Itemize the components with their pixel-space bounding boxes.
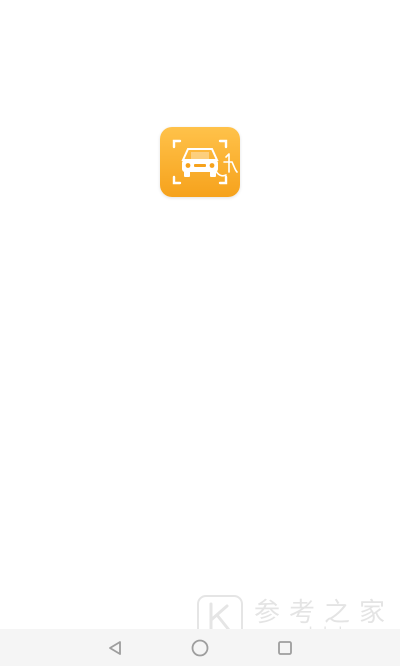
app-icon (160, 127, 240, 197)
navigation-bar (0, 629, 400, 666)
home-button[interactable] (180, 629, 220, 666)
recents-button[interactable] (265, 629, 305, 666)
back-triangle-icon (109, 640, 121, 655)
car-scan-icon (172, 139, 238, 185)
recents-square-icon (278, 640, 292, 655)
splash-screen: 参考之家 www.ckdzb.com (0, 0, 400, 666)
home-circle-icon (191, 639, 209, 656)
back-button[interactable] (95, 629, 135, 666)
